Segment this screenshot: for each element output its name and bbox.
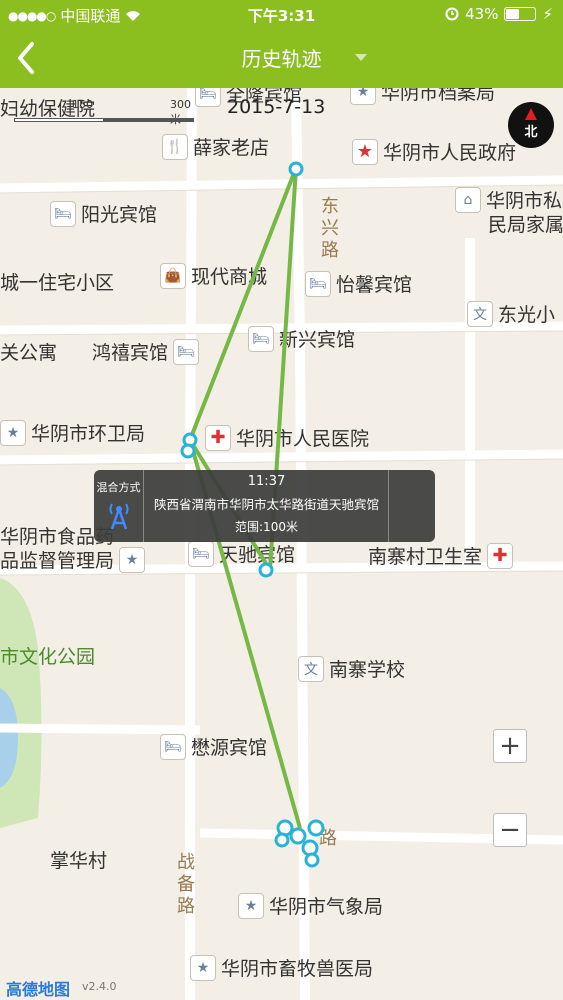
track-marker — [288, 161, 304, 177]
page-title[interactable]: 历史轨迹 — [0, 43, 563, 72]
popup-mode: 混合方式 — [94, 470, 144, 542]
track-marker — [274, 832, 290, 848]
popup-range: 范围:100米 — [235, 520, 298, 534]
track-layer — [180, 161, 325, 868]
charging-icon: ⚡ — [542, 5, 553, 23]
popup-separator — [388, 470, 389, 542]
location-popup[interactable]: 混合方式 11:37 陕西省渭南市华阴市太华路街道天驰宾馆 范围:100米 — [94, 470, 435, 542]
status-bar: ●●●●○ 中国联通 下午3:31 43% ⚡ — [0, 0, 563, 30]
amap-version: v2.4.0 — [82, 980, 117, 993]
signal-tower-icon — [109, 503, 128, 530]
track-marker — [289, 827, 307, 845]
popup-mode-label: 混合方式 — [96, 481, 141, 494]
battery-icon — [504, 7, 537, 21]
battery-percent: 43% — [465, 5, 499, 23]
track-marker — [307, 819, 325, 837]
alarm-icon — [445, 7, 459, 21]
status-right: 43% ⚡ — [445, 5, 553, 23]
map-view[interactable]: 150 300 米 2015-7-13 北 妇幼保健院 🛏全隆宾馆 ★华阴市档案… — [0, 88, 563, 1000]
track-marker — [258, 562, 274, 578]
dropdown-icon[interactable] — [355, 54, 367, 61]
zoom-in-button[interactable]: + — [493, 729, 527, 763]
track-marker — [180, 443, 196, 459]
app: ●●●●○ 中国联通 下午3:31 43% ⚡ 历史轨迹 150 300 201… — [0, 0, 563, 1000]
amap-logo: 高德地图 — [6, 980, 71, 999]
popup-content: 11:37 陕西省渭南市华阴市太华路街道天驰宾馆 范围:100米 — [144, 470, 389, 535]
track-marker — [304, 852, 320, 868]
nav-bar: 历史轨迹 — [0, 30, 563, 88]
zoom-out-button[interactable]: − — [493, 813, 527, 847]
popup-time: 11:37 — [247, 474, 286, 489]
popup-address: 陕西省渭南市华阴市太华路街道天驰宾馆 — [153, 497, 379, 512]
